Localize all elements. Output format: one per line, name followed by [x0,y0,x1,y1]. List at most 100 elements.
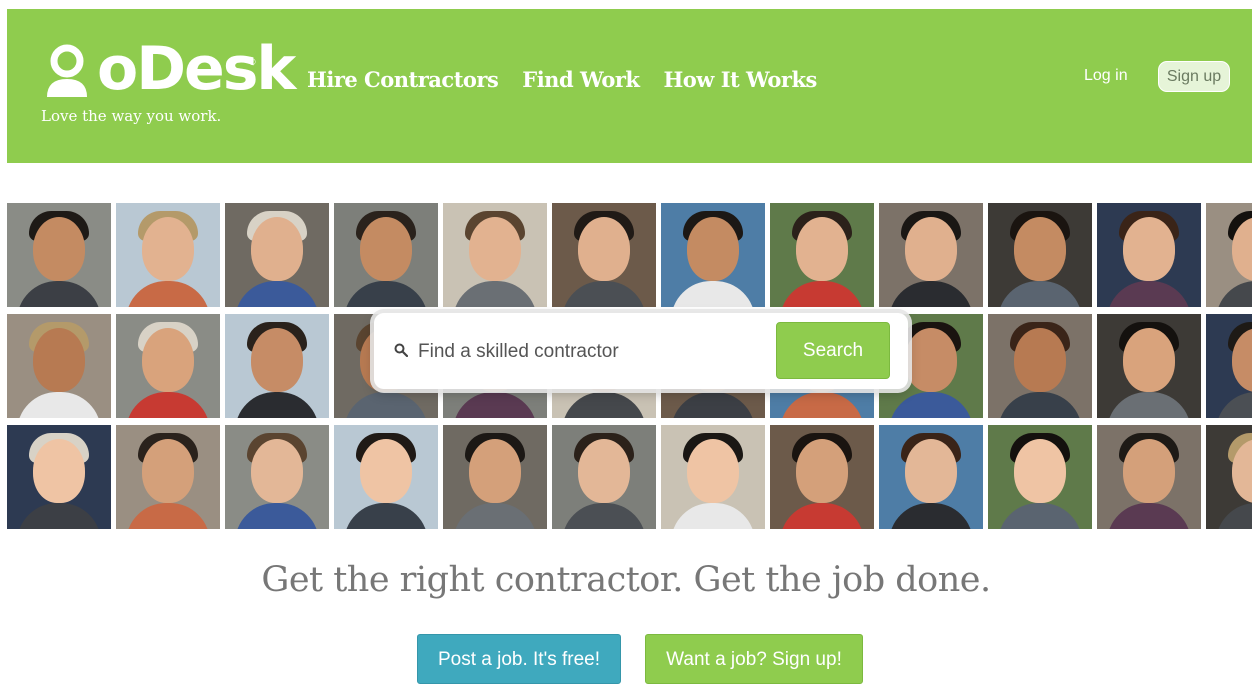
contractor-photo-shoulders [889,281,973,307]
contractor-photo-face [796,217,848,281]
contractor-photo-shoulders [344,503,428,529]
contractor-photo [7,314,111,418]
contractor-photo-face [1123,328,1175,392]
contractor-photo-shoulders [1216,392,1252,418]
contractor-photo-shoulders [671,503,755,529]
login-link[interactable]: Log in [1084,67,1128,85]
contractor-photo-face [905,328,957,392]
contractor-photo-shoulders [235,503,319,529]
contractor-photo-shoulders [780,503,864,529]
contractor-photo-shoulders [998,392,1082,418]
contractor-photo-face [1014,439,1066,503]
contractor-photo [1097,203,1201,307]
contractor-photo [443,203,547,307]
contractor-photo [1206,203,1252,307]
contractor-photo-face [469,439,521,503]
contractor-photo-face [360,217,412,281]
contractor-photo-face [905,439,957,503]
contractor-photo-face [251,328,303,392]
contractor-photo-shoulders [17,392,101,418]
search-button[interactable]: Search [776,322,890,379]
contractor-photo-shoulders [344,392,428,418]
contractor-photo-shoulders [1107,503,1191,529]
signup-button[interactable]: Sign up [1158,61,1230,92]
contractor-photo-face [1123,439,1175,503]
contractor-photo [225,314,329,418]
contractor-photo-face [578,439,630,503]
contractor-photo [988,425,1092,529]
contractor-photo [116,425,220,529]
contractor-photo [7,203,111,307]
contractor-photo [770,425,874,529]
contractor-photo-face [687,439,739,503]
site-header: oDesk ® Love the way you work. Hire Cont… [7,9,1252,163]
contractor-photo-shoulders [1107,392,1191,418]
contractor-photo [1206,314,1252,418]
odesk-person-icon [47,44,87,97]
main-nav: Hire Contractors Find Work How It Works [307,67,817,92]
contractor-photo-face [33,439,85,503]
contractor-photo-face [796,439,848,503]
contractor-photo [552,425,656,529]
contractor-photo-shoulders [453,392,537,418]
search-icon [394,343,408,357]
contractor-photo-shoulders [344,281,428,307]
contractor-photo-face [905,217,957,281]
search-input[interactable] [416,335,760,369]
contractor-photo-face [251,439,303,503]
contractor-photo-face [142,217,194,281]
contractor-photo [7,425,111,529]
contractor-photo [116,203,220,307]
contractor-photo-shoulders [453,281,537,307]
contractor-photo-shoulders [1107,281,1191,307]
logo-wordmark: oDesk [97,34,296,104]
contractor-photo-shoulders [235,281,319,307]
contractor-photo [879,425,983,529]
contractor-photo-face [360,439,412,503]
contractor-photo [1097,314,1201,418]
nav-how-it-works[interactable]: How It Works [663,67,817,92]
nav-hire-contractors[interactable]: Hire Contractors [307,67,499,92]
contractor-photo-shoulders [780,392,864,418]
contractor-photo-face [469,217,521,281]
registered-mark: ® [249,57,256,67]
contractor-photo [661,203,765,307]
contractor-photo-face [33,328,85,392]
contractor-photo-shoulders [562,503,646,529]
contractor-photo-shoulders [889,392,973,418]
contractor-photo-shoulders [998,503,1082,529]
contractor-photo-shoulders [126,392,210,418]
contractor-photo [770,203,874,307]
want-job-signup-button[interactable]: Want a job? Sign up! [645,634,863,684]
contractor-photo-shoulders [453,503,537,529]
tagline: Love the way you work. [41,107,222,125]
contractor-photo-shoulders [17,281,101,307]
contractor-photo-shoulders [780,281,864,307]
contractor-photo-face [1014,328,1066,392]
contractor-photo-shoulders [126,503,210,529]
contractor-photo-shoulders [889,503,973,529]
odesk-logo[interactable]: oDesk ® Love the way you work. [41,39,296,133]
post-job-button[interactable]: Post a job. It's free! [417,634,621,684]
contractor-photo [225,425,329,529]
contractor-photo [879,203,983,307]
contractor-photo-face [251,217,303,281]
contractor-photo-shoulders [562,281,646,307]
contractor-photo [988,203,1092,307]
contractor-photo [334,425,438,529]
contractor-photo [334,203,438,307]
contractor-photo [443,425,547,529]
contractor-photo-shoulders [1216,503,1252,529]
search-box: Search [374,313,908,389]
contractor-photo [552,203,656,307]
contractor-photo-shoulders [235,392,319,418]
contractor-photo-face [578,217,630,281]
contractor-photo-shoulders [1216,281,1252,307]
contractor-photo-shoulders [562,392,646,418]
contractor-photo-face [1014,217,1066,281]
contractor-photo-face [687,217,739,281]
contractor-photo-face [1123,217,1175,281]
nav-find-work[interactable]: Find Work [522,67,640,92]
contractor-photo-shoulders [671,392,755,418]
contractor-photo [116,314,220,418]
